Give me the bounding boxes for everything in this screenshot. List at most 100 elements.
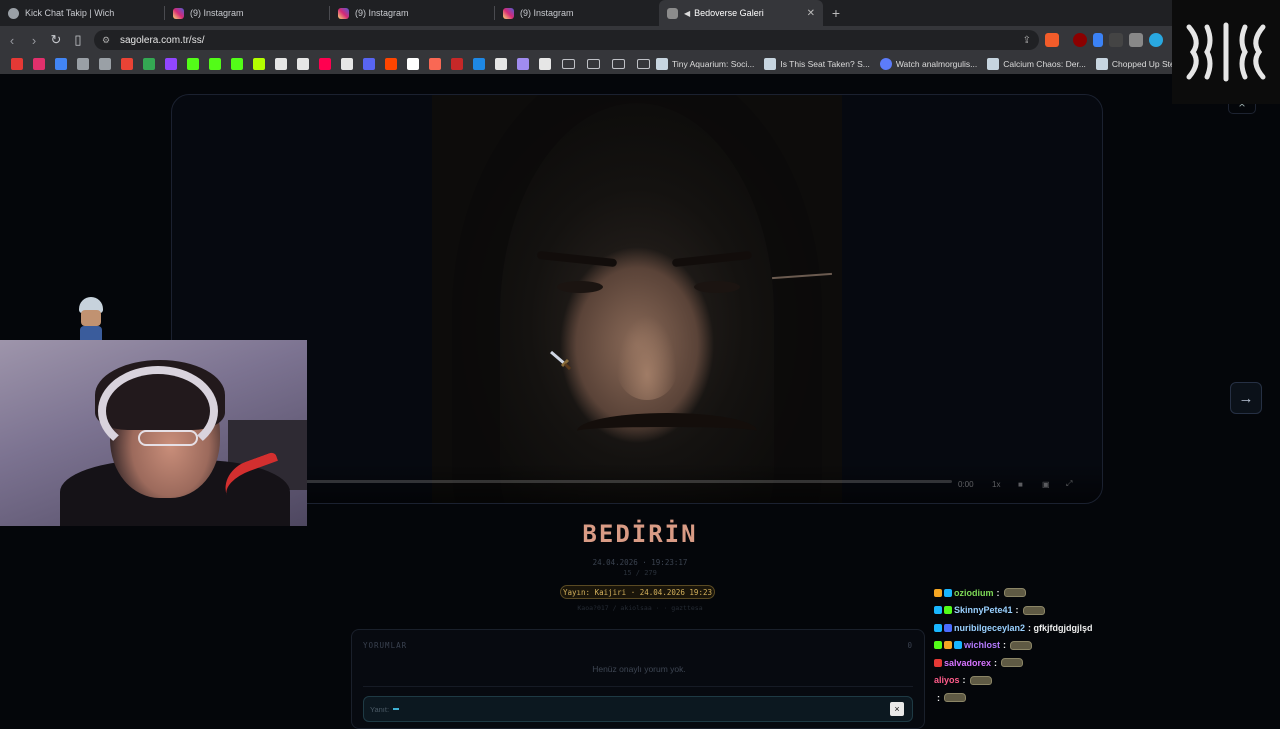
- tab-label: Kick Chat Takip | Wich: [25, 8, 115, 18]
- reload-icon[interactable]: ↻: [46, 30, 66, 50]
- chat-message: aliyos:: [934, 672, 1134, 690]
- new-tab-button[interactable]: +: [823, 0, 849, 26]
- bookmark-icon[interactable]: [231, 58, 243, 70]
- fullscreen-icon[interactable]: ⤢: [1066, 479, 1072, 489]
- chat-message: SkinnyPete41:: [934, 602, 1134, 620]
- bookmark-icon[interactable]: [187, 58, 199, 70]
- close-tab-icon[interactable]: ✕: [807, 8, 815, 19]
- chat-badge-icon: [944, 641, 952, 650]
- reply-input[interactable]: Yanıt: ×: [363, 696, 913, 722]
- audio-extension-icon[interactable]: [1093, 33, 1103, 47]
- speaker-icon: ◀: [684, 8, 691, 18]
- bookmark-icon[interactable]: [275, 58, 287, 70]
- bookmark-icon[interactable]: [451, 58, 463, 70]
- chat-username: aliyos: [934, 675, 960, 686]
- extension-icon[interactable]: [1149, 33, 1163, 47]
- video-controls: 0:00 1x ■ ▣ ⤢: [172, 463, 1102, 503]
- bookmark-icon[interactable]: [77, 58, 89, 70]
- extension-icon[interactable]: [1129, 33, 1143, 47]
- bookmark-icon[interactable]: [407, 58, 419, 70]
- tab-kick-chat[interactable]: Kick Chat Takip | Wich: [0, 0, 164, 26]
- chat-badge-icon: [944, 606, 952, 615]
- bookmark-watch-analmorgulis[interactable]: Watch analmorgulis...: [879, 58, 977, 70]
- chat-message: nuribilgeceylan2: gfkjfdgjdgjlşd: [934, 619, 1134, 637]
- chat-text: :: [996, 587, 1000, 598]
- playback-speed[interactable]: 1x: [992, 480, 1000, 489]
- media-viewer: 0:00 1x ■ ▣ ⤢: [171, 94, 1103, 504]
- sword-cursor-icon: [550, 350, 571, 370]
- bookmark-icon[interactable]: [121, 58, 133, 70]
- tab-instagram-1[interactable]: (9) Instagram: [165, 0, 329, 26]
- webcam-overlay: [0, 340, 307, 526]
- chat-text: : gfkjfdgjdgjlşd: [1028, 622, 1093, 633]
- bookmark-is-this-seat-taken[interactable]: Is This Seat Taken? S...: [764, 58, 870, 70]
- bookmark-icon[interactable]: [33, 58, 45, 70]
- brave-shield-icon[interactable]: [1045, 33, 1059, 47]
- bookmark-icon[interactable]: [99, 58, 111, 70]
- tab-instagram-3[interactable]: (9) Instagram: [495, 0, 659, 26]
- tab-label: (9) Instagram: [190, 8, 244, 18]
- bookmark-icon[interactable]: ▯: [68, 30, 88, 50]
- bookmark-icon[interactable]: [143, 58, 155, 70]
- reply-close-button[interactable]: ×: [890, 702, 904, 716]
- back-icon[interactable]: ‹: [2, 30, 22, 50]
- mascot-part: [81, 310, 101, 326]
- bookmark-tiny-aquarium[interactable]: Tiny Aquarium: Soci...: [656, 58, 754, 70]
- comments-count: 0: [907, 641, 912, 650]
- tab-bedoverse-galeri[interactable]: ◀ Bedoverse Galeri ✕: [659, 0, 823, 26]
- globe-icon: [8, 7, 19, 19]
- chat-username: nuribilgeceylan2: [954, 622, 1026, 633]
- comments-panel: YORUMLAR 0 Henüz onaylı yorum yok. Yanıt…: [351, 629, 925, 729]
- bookmark-icon[interactable]: [473, 58, 485, 70]
- forward-icon[interactable]: ›: [24, 30, 44, 50]
- bookmark-icon[interactable]: [11, 58, 23, 70]
- bookmark-icon[interactable]: [429, 58, 441, 70]
- chat-badge-icon: [934, 658, 942, 667]
- bookmark-icon[interactable]: [539, 58, 551, 70]
- steam-icon: [656, 58, 668, 70]
- folder-icon[interactable]: [637, 59, 650, 69]
- bookmark-icon[interactable]: [341, 58, 353, 70]
- pip-icon[interactable]: ▣: [1042, 480, 1050, 489]
- volume-icon[interactable]: ■: [1018, 480, 1023, 489]
- steam-icon: [987, 58, 1000, 70]
- bookmark-icon[interactable]: [385, 58, 397, 70]
- folder-icon[interactable]: [587, 59, 600, 69]
- tab-instagram-2[interactable]: (9) Instagram: [330, 0, 494, 26]
- bookmark-icon[interactable]: [55, 58, 67, 70]
- photo-shape: [557, 281, 603, 293]
- ublock-icon[interactable]: [1073, 33, 1087, 47]
- image-index: 15 / 279: [623, 569, 657, 577]
- share-icon[interactable]: ⇪: [1023, 35, 1031, 46]
- chat-emote-icon: [1022, 605, 1045, 615]
- chat-text: :: [1015, 605, 1019, 616]
- folder-icon[interactable]: [612, 59, 625, 69]
- chat-username: oziodium: [954, 587, 994, 598]
- tab-label: (9) Instagram: [355, 8, 409, 18]
- tab-label: Bedoverse Galeri: [694, 8, 764, 18]
- chat-emote-icon: [1001, 658, 1024, 668]
- bookmark-icon[interactable]: [209, 58, 221, 70]
- bookmark-calcium-chaos[interactable]: Calcium Chaos: Der...: [987, 58, 1086, 70]
- bookmark-icon[interactable]: [517, 58, 529, 70]
- browser-tab-strip: Kick Chat Takip | Wich (9) Instagram (9)…: [0, 0, 1280, 26]
- chat-username: salvadorex: [944, 657, 992, 668]
- chat-emote-icon: [1010, 640, 1033, 650]
- bookmark-icon[interactable]: [495, 58, 507, 70]
- chat-message: wichlost:: [934, 637, 1134, 655]
- folder-icon[interactable]: [562, 59, 575, 69]
- bookmark-icon[interactable]: [165, 58, 177, 70]
- extension-icon[interactable]: [1109, 33, 1123, 47]
- gallery-icon: [667, 7, 678, 19]
- bookmark-icon[interactable]: [297, 58, 309, 70]
- address-bar[interactable]: ⚙ sagolera.com.tr/ss/ ⇪: [94, 30, 1039, 50]
- chat-message: oziodium:: [934, 584, 1134, 602]
- bookmark-icon[interactable]: [363, 58, 375, 70]
- bookmark-icon[interactable]: [253, 58, 265, 70]
- bookmark-icon[interactable]: [319, 58, 331, 70]
- site-settings-icon[interactable]: ⚙: [102, 35, 112, 45]
- photo-shape: [617, 315, 677, 400]
- next-image-button[interactable]: →: [1230, 382, 1262, 414]
- video-progress-bar[interactable]: [292, 480, 952, 483]
- gallery-photo[interactable]: [432, 95, 842, 503]
